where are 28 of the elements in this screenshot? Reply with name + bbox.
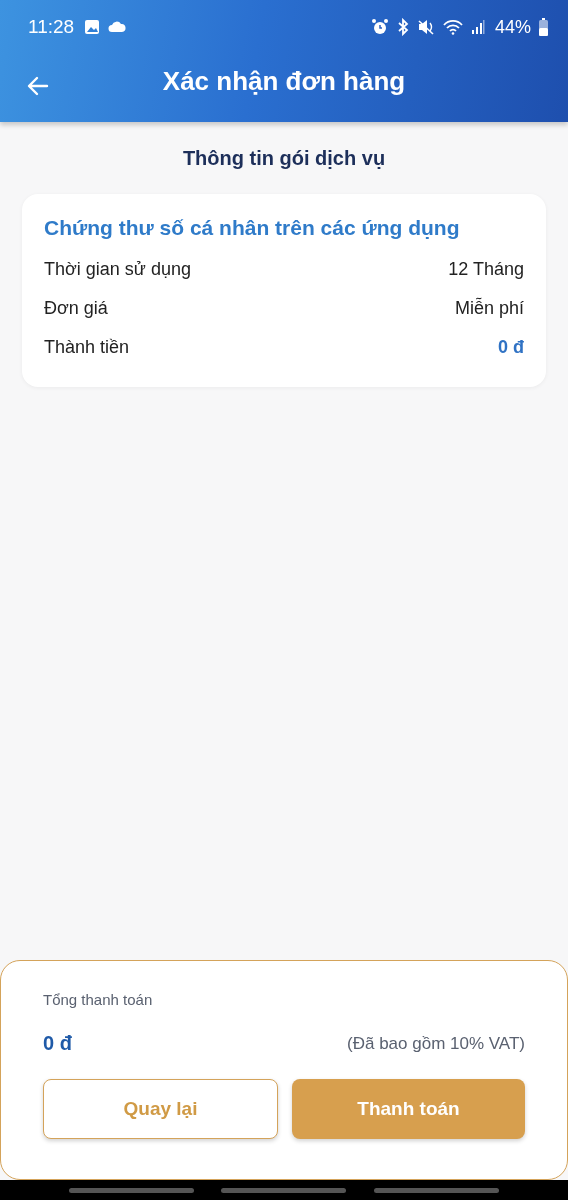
battery-icon [539, 18, 548, 36]
detail-value: 0 đ [498, 336, 524, 359]
total-label: Tổng thanh toán [43, 991, 154, 1008]
signal-icon [470, 19, 485, 35]
alarm-icon [370, 18, 389, 36]
detail-label: Thời gian sử dụng [44, 258, 191, 281]
section-title: Thông tin gói dịch vụ [181, 147, 387, 170]
status-time: 11:28 [28, 16, 75, 38]
back-arrow-icon [26, 74, 50, 98]
detail-label: Đơn giá [44, 297, 108, 320]
cloud-icon [108, 21, 127, 33]
page-title: Xác nhận đơn hàng [162, 65, 406, 97]
detail-value: 12 Tháng [448, 258, 524, 281]
gesture-bar[interactable] [374, 1187, 500, 1193]
pay-button[interactable]: Thanh toán [292, 1079, 525, 1139]
bluetooth-icon [396, 18, 409, 36]
wifi-icon [442, 19, 463, 35]
package-name: Chứng thư số cá nhân trên các ứng dụng [44, 216, 461, 240]
detail-value: Miễn phí [454, 296, 524, 320]
vat-note: (Đã bao gồm 10% VAT) [347, 1033, 525, 1054]
gesture-bar[interactable] [221, 1187, 347, 1193]
muted-speaker-icon [416, 19, 435, 35]
back-button[interactable]: Quay lại [43, 1079, 278, 1139]
gesture-bar[interactable] [68, 1187, 194, 1193]
total-amount: 0 đ [43, 1032, 72, 1055]
battery-percentage: 44% [494, 16, 531, 38]
image-icon [84, 19, 101, 35]
detail-label: Thành tiền [44, 336, 130, 359]
